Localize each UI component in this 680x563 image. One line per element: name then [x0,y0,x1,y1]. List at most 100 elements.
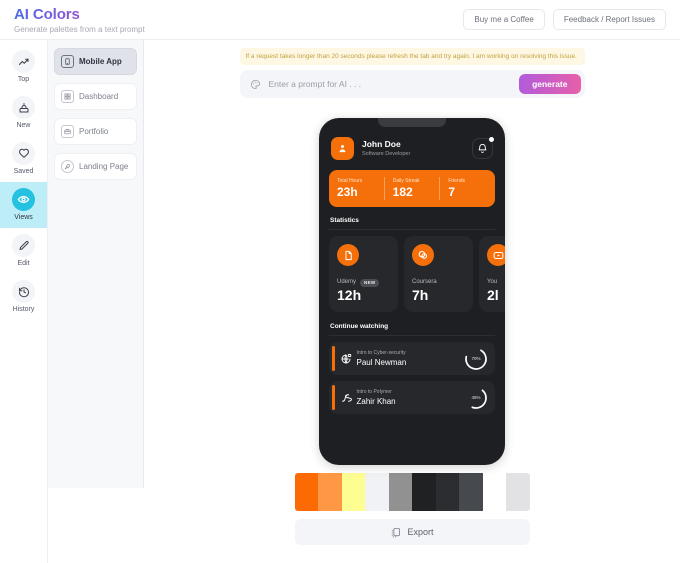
course-title: Intro to Cyber-security [356,350,406,356]
card-label: Udemy [337,279,357,285]
continue-watching-title: Continue watching [330,323,389,330]
globe-lock-icon [335,353,357,365]
course-title: Intro to Polymer [356,389,392,395]
color-palette [294,473,530,511]
rail-item-edit[interactable]: Edit [0,228,47,274]
pencil-icon [12,234,35,257]
palette-swatch[interactable] [482,473,506,511]
palette-swatch[interactable] [318,473,342,511]
stat-friends: Friends 7 [439,177,495,200]
statistics-card[interactable]: You 2l [479,236,505,312]
prompt-bar: generate [239,70,585,98]
palette-swatch[interactable] [506,473,530,511]
new-badge: NEW [360,278,380,287]
rail-label-edit: Edit [17,260,30,267]
palette-swatch[interactable] [388,473,412,511]
buy-me-a-coffee-button[interactable]: Buy me a Coffee [463,9,545,30]
rail-item-views[interactable]: Views [0,182,47,228]
stat-value: 7 [448,185,456,199]
card-value: 12h [337,287,362,303]
continue-watching-item[interactable]: Intro to Cyber-security Paul Newman 70% [329,342,495,375]
notification-badge-dot [489,137,494,142]
stat-label: Daily Streak [392,178,420,184]
icon-rail: Top New Saved Views Edit History [0,40,48,563]
generate-button[interactable]: generate [519,74,581,94]
profile-role: Software Developer [362,151,411,157]
avatar [331,137,354,160]
palette-swatch[interactable] [365,473,389,511]
stat-label: Total Hours [337,178,363,184]
polymer-icon [335,392,357,404]
youtube-icon [487,244,505,266]
brand: AI Colors Generate palettes from a text … [14,5,145,35]
continue-watching-list: Intro to Cyber-security Paul Newman 70% [329,342,495,414]
briefcase-icon [61,125,74,138]
nav-label-portfolio: Portfolio [79,127,109,136]
notification-button[interactable] [472,137,494,159]
rail-item-history[interactable]: History [0,274,47,320]
palette-swatch[interactable] [412,473,436,511]
coursera-icon [412,244,434,266]
rail-item-top[interactable]: Top [0,44,47,90]
profile-name: John Doe [362,139,401,149]
main-content: If a request takes longer than 20 second… [144,40,680,563]
rail-label-new: New [16,122,31,129]
continue-item-text: Intro to Polymer Zahir Khan [357,388,465,407]
warning-notice: If a request takes longer than 20 second… [239,48,585,65]
document-icon [337,244,359,266]
body: Top New Saved Views Edit History Mobile … [0,40,680,563]
card-value: 7h [412,287,429,303]
rail-item-new[interactable]: New [0,90,47,136]
nav-label-landing-page: Landing Page [79,162,129,171]
history-icon [12,280,35,303]
palette-swatch[interactable] [435,473,459,511]
rail-item-saved[interactable]: Saved [0,136,47,182]
template-nav-panel: Mobile App Dashboard Portfolio Landing P… [48,40,144,488]
progress-percent: 45% [471,395,481,400]
divider [329,335,495,336]
course-author: Zahir Khan [356,397,396,406]
mobile-app-preview: John Doe Software Developer Total Hours … [319,118,505,465]
copy-icon [390,527,401,538]
eye-icon [12,188,35,211]
card-value: 2l [487,287,499,303]
nav-item-portfolio[interactable]: Portfolio [54,118,137,145]
export-button[interactable]: Export [294,519,530,545]
profile-text: John Doe Software Developer [362,139,410,158]
palette-swatch[interactable] [341,473,365,511]
statistics-title: Statistics [330,217,359,224]
nav-item-landing-page[interactable]: Landing Page [54,153,137,180]
statistics-card[interactable]: Udemy NEW 12h [329,236,398,312]
app-header: AI Colors Generate palettes from a text … [0,0,680,40]
app-subtitle: Generate palettes from a text prompt [14,24,145,34]
cake-icon [12,96,35,119]
statistics-cards: Udemy NEW 12h Coursera 7h You 2l [329,236,505,312]
statistics-card[interactable]: Coursera 7h [404,236,473,312]
rail-label-saved: Saved [13,168,34,175]
card-label: You [487,279,498,285]
heart-icon [12,142,35,165]
prompt-input[interactable] [268,79,512,89]
export-label: Export [407,527,434,537]
stat-daily-streak: Daily Streak 182 [383,177,440,200]
stat-value: 182 [392,185,413,199]
continue-item-text: Intro to Cyber-security Paul Newman [357,349,465,368]
feedback-report-issues-button[interactable]: Feedback / Report Issues [552,9,666,30]
rail-label-top: Top [17,76,30,83]
app-title: AI Colors [14,6,145,23]
palette-swatch[interactable] [294,473,318,511]
continue-watching-item[interactable]: Intro to Polymer Zahir Khan 45% [329,381,495,414]
phone-notch [378,118,446,127]
nav-item-mobile-app[interactable]: Mobile App [54,48,137,75]
rocket-icon [61,160,74,173]
stat-label: Friends [448,178,466,184]
stat-value: 23h [337,185,358,199]
profile-header: John Doe Software Developer [327,133,497,160]
rail-label-views: Views [14,214,33,221]
trending-up-icon [12,50,35,73]
nav-item-dashboard[interactable]: Dashboard [54,83,137,110]
progress-ring: 45% [464,386,488,410]
phone-icon [61,55,74,68]
divider [329,229,495,230]
palette-swatch[interactable] [459,473,483,511]
